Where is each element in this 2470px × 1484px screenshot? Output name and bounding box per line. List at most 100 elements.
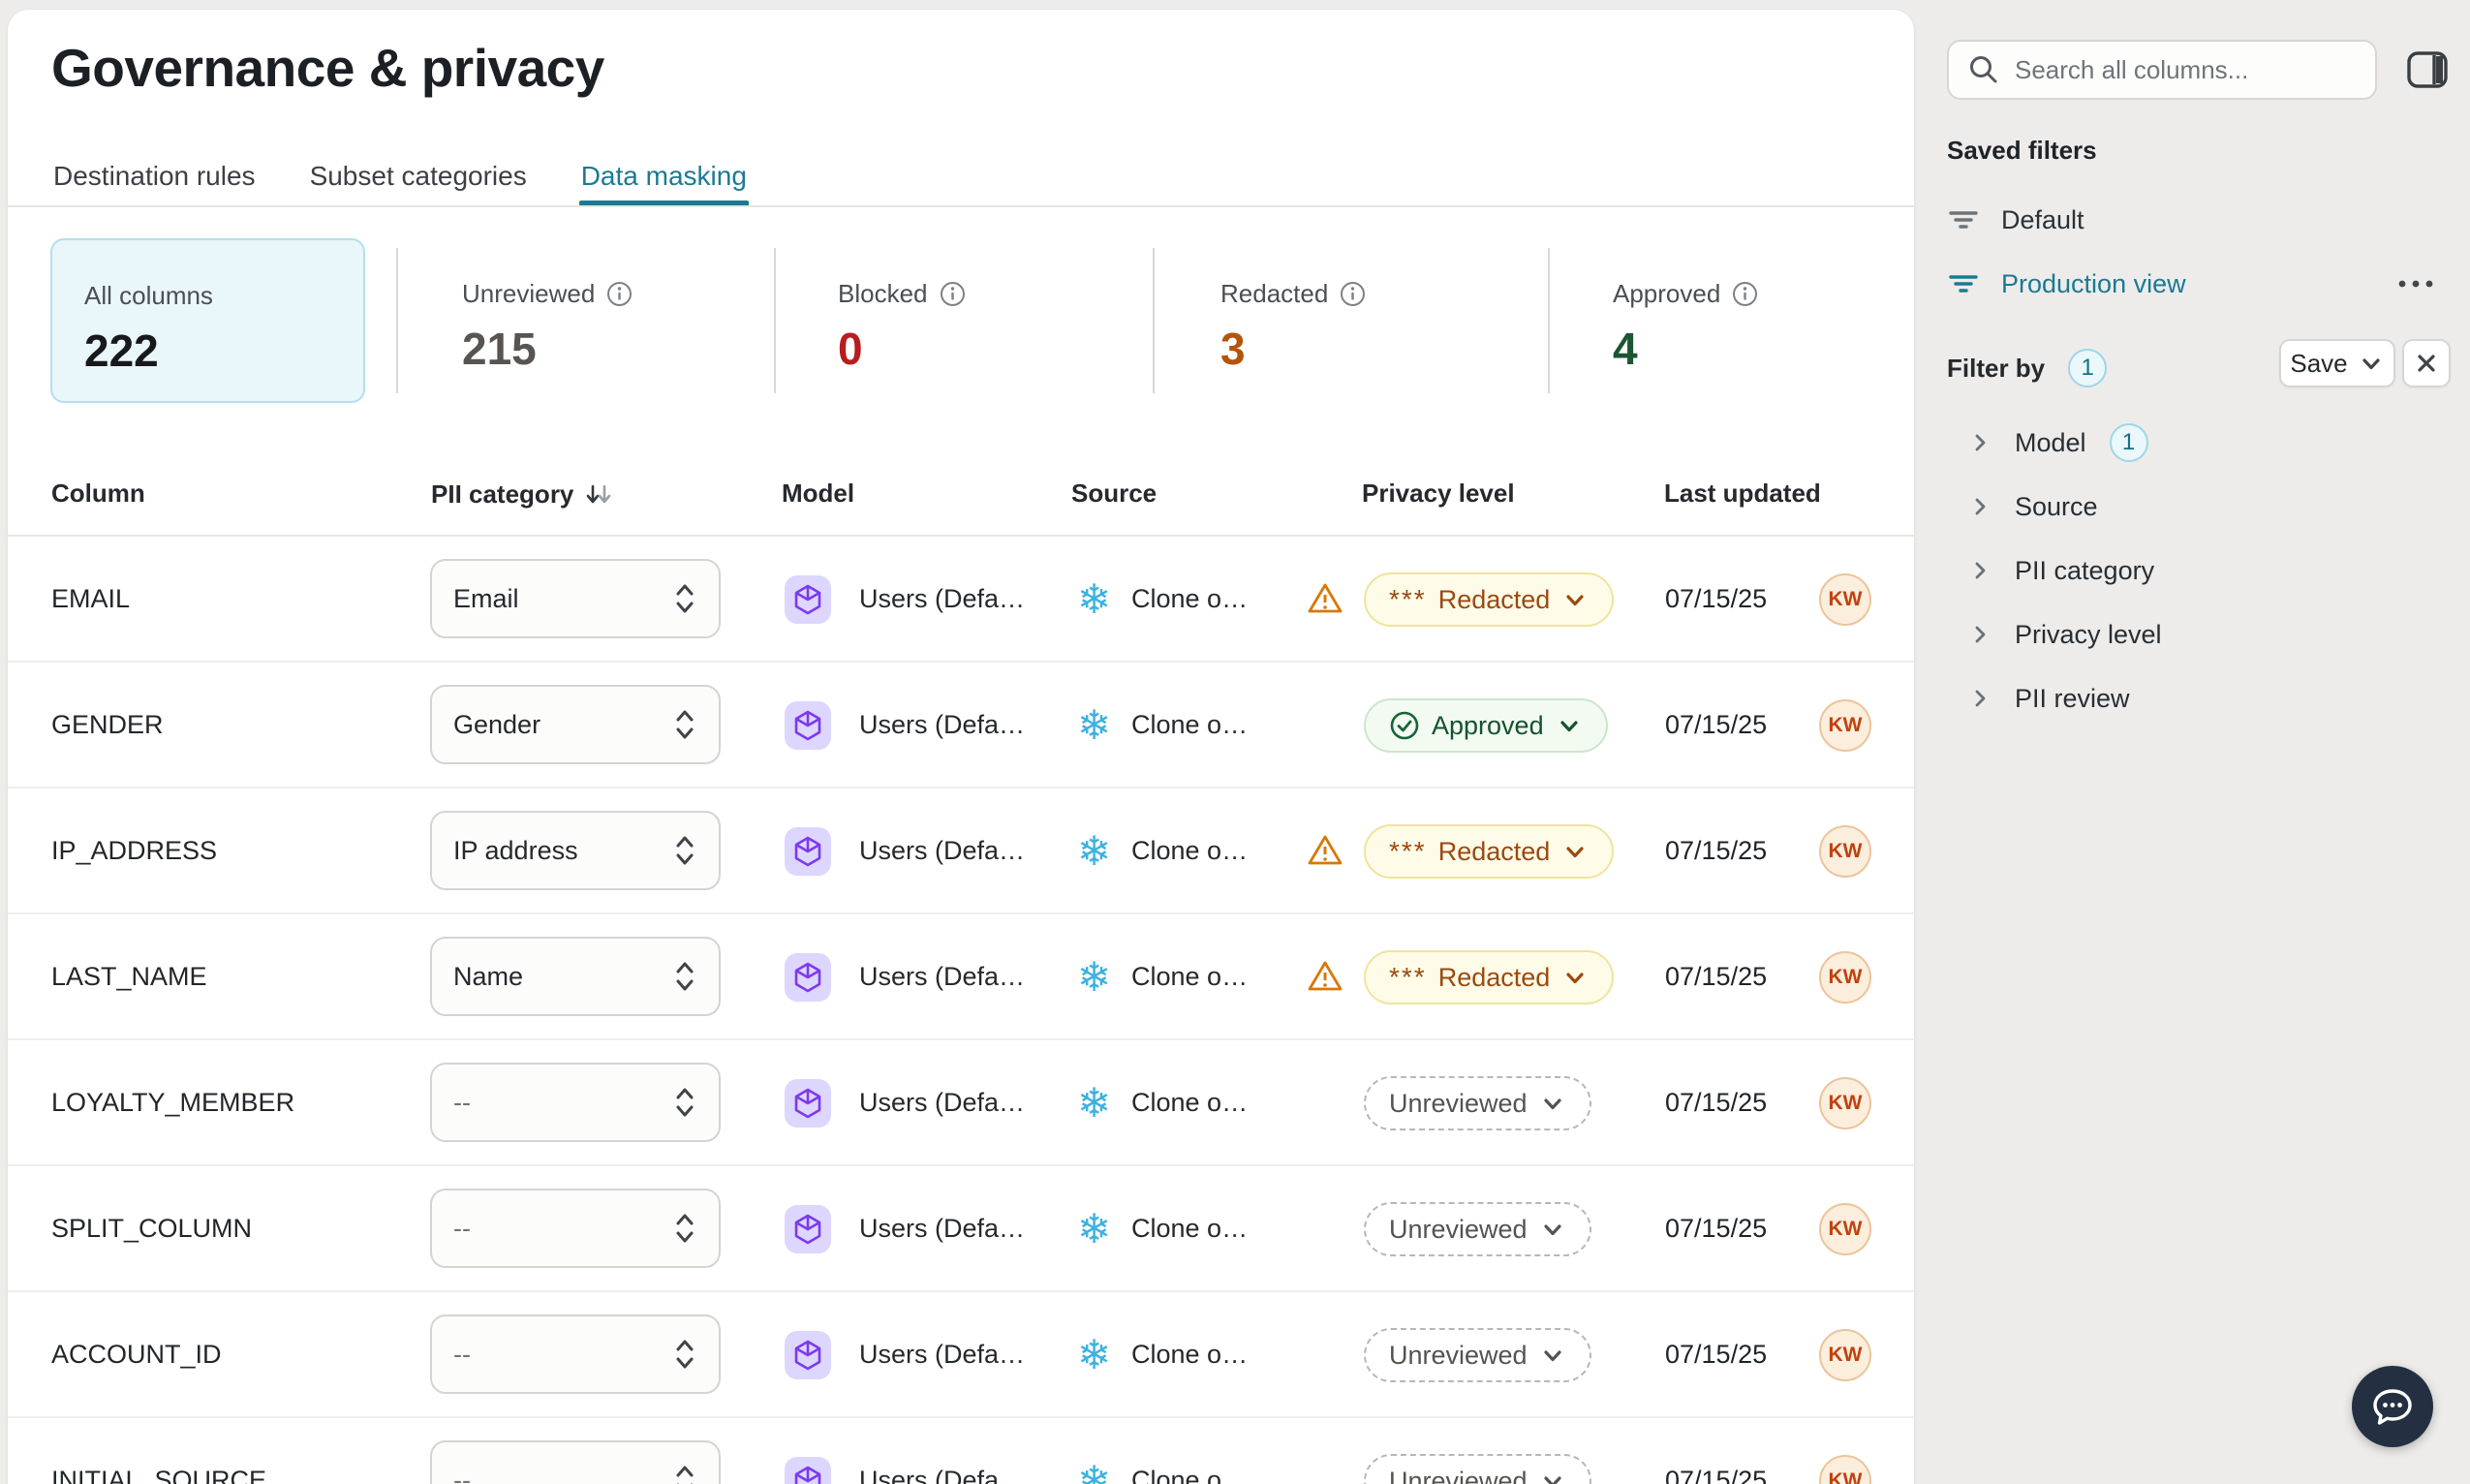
stat-divider: [774, 248, 776, 393]
privacy-level-badge[interactable]: Unreviewed: [1364, 1454, 1591, 1484]
pii-select-value: Gender: [453, 709, 541, 739]
stat-redacted[interactable]: Redacted 3: [1220, 279, 1366, 375]
stat-label: Redacted: [1220, 279, 1366, 309]
table-row: ACCOUNT_ID -- Users (Defa… ❄ Clone o… Unrevie…: [8, 1292, 1914, 1418]
chevron-right-icon: [1968, 495, 1991, 518]
tab-subset-categories[interactable]: Subset categories: [308, 155, 529, 206]
privacy-level-label: Unreviewed: [1389, 1088, 1528, 1118]
search-input[interactable]: [2015, 54, 2358, 85]
privacy-level-badge[interactable]: *** Redacted: [1364, 572, 1615, 627]
model-cube-icon: [785, 1079, 831, 1128]
snowflake-icon: ❄: [1077, 575, 1112, 622]
tab-label: Destination rules: [53, 161, 256, 191]
privacy-level-badge[interactable]: Approved: [1364, 698, 1608, 753]
redacted-stars: ***: [1389, 836, 1427, 866]
stat-blocked[interactable]: Blocked 0: [838, 279, 966, 375]
pii-category-select[interactable]: --: [430, 1063, 721, 1142]
filter-group-pii-category[interactable]: PII category: [1947, 539, 2451, 603]
privacy-level-badge[interactable]: *** Redacted: [1364, 950, 1615, 1005]
last-updated-date: 07/15/25: [1665, 709, 1768, 739]
pii-category-select[interactable]: IP address: [430, 811, 721, 890]
stat-label-text: Approved: [1613, 279, 1721, 308]
select-stepper-icon: [672, 705, 697, 744]
model-name: Users (Defa…: [859, 1465, 1026, 1484]
stats-row: All columns 222 Unreviewed 215 Blocked 0 Redac…: [8, 238, 1914, 403]
col-header-pii-category[interactable]: PII category: [431, 479, 614, 510]
stat-divider: [396, 248, 398, 393]
privacy-level-badge[interactable]: Unreviewed: [1364, 1202, 1591, 1256]
save-filter-button[interactable]: Save: [2279, 339, 2395, 387]
tab-bar: Destination rules Subset categories Data m…: [51, 155, 749, 206]
saved-filter-production-view[interactable]: Production view: [1947, 256, 2451, 312]
tab-data-masking[interactable]: Data masking: [578, 155, 749, 206]
stat-value: 0: [838, 324, 863, 374]
row-column-name: IP_ADDRESS: [51, 835, 218, 865]
pii-category-select[interactable]: Gender: [430, 685, 721, 764]
filter-group-source[interactable]: Source: [1947, 475, 2451, 539]
chevron-right-icon: [1968, 559, 1991, 582]
filter-groups-list: Model 1 Source PII category Privacy level PII…: [1947, 411, 2451, 730]
model-name: Users (Defa…: [859, 1339, 1026, 1369]
model-name: Users (Defa…: [859, 961, 1026, 991]
stat-label-text: Blocked: [838, 279, 928, 308]
filter-group-pii-review[interactable]: PII review: [1947, 666, 2451, 730]
select-stepper-icon: [672, 957, 697, 996]
chevron-right-icon: [1968, 623, 1991, 646]
pii-select-value: --: [453, 1213, 471, 1243]
pii-category-select[interactable]: Name: [430, 937, 721, 1016]
privacy-level-badge[interactable]: Unreviewed: [1364, 1328, 1591, 1382]
last-updated-date: 07/15/25: [1665, 1087, 1768, 1117]
privacy-level-badge[interactable]: *** Redacted: [1364, 824, 1615, 879]
tab-destination-rules[interactable]: Destination rules: [51, 155, 258, 206]
redacted-stars: ***: [1389, 962, 1427, 992]
filter-group-label: Source: [2015, 491, 2098, 521]
avatar: KW: [1819, 1077, 1871, 1129]
stat-divider: [1548, 248, 1550, 393]
source-name: Clone o…: [1131, 709, 1249, 739]
snowflake-icon: ❄: [1077, 827, 1112, 874]
table-row: EMAIL Email Users (Defa… ❄ Clone o… *** Redact…: [8, 537, 1914, 663]
row-column-name: GENDER: [51, 709, 164, 739]
pii-category-select[interactable]: --: [430, 1314, 721, 1394]
select-stepper-icon: [672, 1461, 697, 1484]
filter-group-label: PII review: [2015, 683, 2130, 713]
filter-group-label: PII category: [2015, 555, 2155, 585]
stat-approved[interactable]: Approved 4: [1613, 279, 1758, 375]
row-column-name: SPLIT_COLUMN: [51, 1213, 253, 1243]
saved-filter-default[interactable]: Default: [1947, 192, 2451, 248]
source-name: Clone o…: [1131, 1465, 1249, 1484]
model-name: Users (Defa…: [859, 835, 1026, 865]
more-options-icon[interactable]: [2394, 278, 2437, 290]
col-header-last-updated: Last updated: [1664, 479, 1821, 508]
pii-category-select[interactable]: --: [430, 1440, 721, 1484]
stat-label-text: Unreviewed: [462, 279, 596, 308]
privacy-level-label: Unreviewed: [1389, 1466, 1528, 1484]
stat-label: All columns: [84, 281, 213, 311]
clear-filters-button[interactable]: [2402, 339, 2451, 387]
panel-toggle-icon[interactable]: [2406, 50, 2449, 89]
source-name: Clone o…: [1131, 835, 1249, 865]
pii-category-select[interactable]: --: [430, 1189, 721, 1268]
stat-all-columns[interactable]: All columns 222: [50, 238, 365, 403]
chat-button[interactable]: [2352, 1366, 2433, 1447]
pii-category-select[interactable]: Email: [430, 559, 721, 638]
filter-group-model[interactable]: Model 1: [1947, 411, 2451, 475]
model-cube-icon: [785, 1331, 831, 1379]
stat-label-text: All columns: [84, 281, 213, 310]
stat-unreviewed[interactable]: Unreviewed 215: [462, 279, 633, 375]
source-name: Clone o…: [1131, 1213, 1249, 1243]
sort-icon[interactable]: [583, 479, 614, 510]
select-stepper-icon: [672, 831, 697, 870]
search-box[interactable]: [1947, 40, 2377, 100]
pii-select-value: --: [453, 1087, 471, 1117]
last-updated-date: 07/15/25: [1665, 961, 1768, 991]
warning-icon: [1306, 537, 1344, 661]
stat-value: 222: [84, 325, 159, 376]
chevron-down-icon: [1561, 838, 1589, 865]
privacy-level-badge[interactable]: Unreviewed: [1364, 1076, 1591, 1130]
snowflake-icon: ❄: [1077, 953, 1112, 1000]
pii-select-value: --: [453, 1339, 471, 1369]
filter-group-privacy-level[interactable]: Privacy level: [1947, 603, 2451, 666]
redacted-stars: ***: [1389, 584, 1427, 614]
table-header: Column PII category Model Source Privacy…: [8, 465, 1914, 535]
